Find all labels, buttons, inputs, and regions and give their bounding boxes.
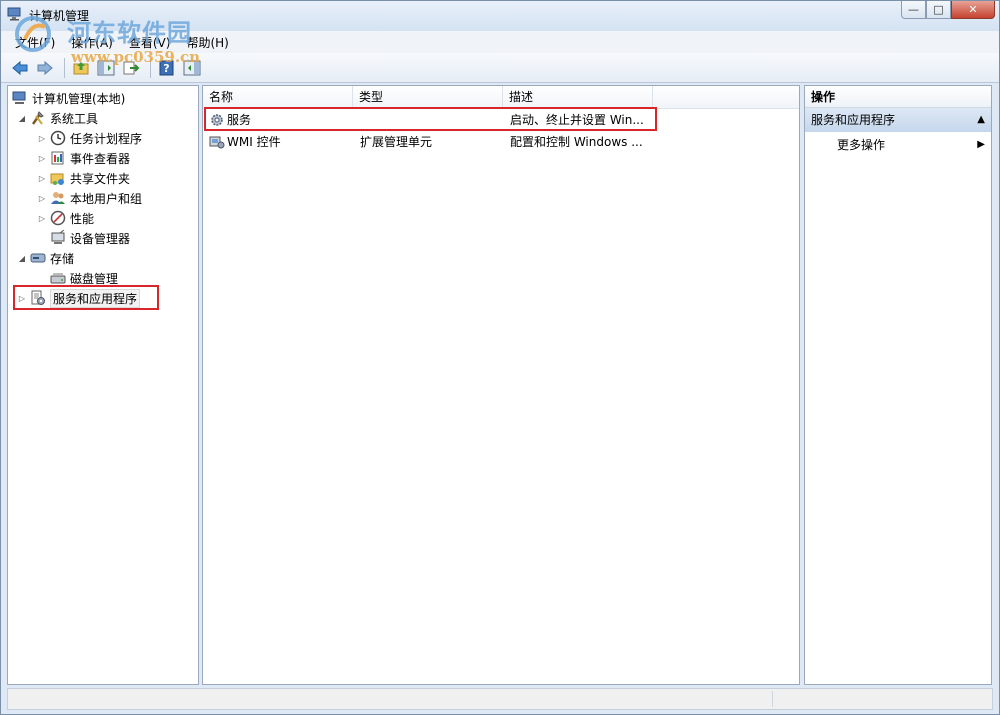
tree-root-label: 计算机管理(本地) (32, 91, 126, 106)
tree-item-performance[interactable]: ▷ 性能 (36, 208, 94, 228)
computer-management-window: 计算机管理 — □ ✕ 文件(F) 操作(A) 查看(V) 帮助(H) ? 河东… (0, 0, 1000, 715)
storage-icon (30, 250, 46, 266)
highlight-box-services-row (204, 107, 657, 131)
disk-icon (50, 270, 66, 286)
actions-header: 操作 (805, 86, 991, 108)
tree-item-label: 共享文件夹 (70, 171, 131, 186)
collapsed-arrow-icon[interactable]: ▷ (36, 154, 48, 163)
tree-item-shared-folders[interactable]: ▷ 共享文件夹 (36, 168, 130, 188)
tree-item-storage[interactable]: ◢ 存储 (16, 248, 74, 268)
back-button[interactable] (9, 57, 31, 79)
tree-item-label: 存储 (50, 251, 75, 266)
collapsed-arrow-icon[interactable]: ▷ (36, 134, 48, 143)
tree-item-task-scheduler[interactable]: ▷ 任务计划程序 (36, 128, 142, 148)
more-actions-label: 更多操作 (837, 138, 886, 152)
tree-item-system-tools[interactable]: ◢ 系统工具 (16, 108, 98, 128)
tree-item-label: 系统工具 (50, 111, 99, 126)
status-bar-divider (772, 691, 773, 707)
list-row-wmi-control[interactable]: WMI 控件 扩展管理单元 配置和控制 Windows ... (203, 131, 799, 153)
tree-item-device-manager[interactable]: 设备管理器 (48, 228, 130, 248)
maximize-icon: □ (933, 3, 944, 16)
tree-item-label: 设备管理器 (70, 231, 131, 246)
computer-icon (12, 90, 28, 106)
list-cell-name: WMI 控件 (227, 135, 281, 149)
list-cell-description: 配置和控制 Windows ... (510, 135, 643, 149)
window-controls: — □ ✕ (901, 1, 995, 21)
actions-section-label: 服务和应用程序 (811, 113, 896, 127)
tree-root[interactable]: 计算机管理(本地) (12, 88, 125, 108)
close-icon: ✕ (968, 3, 978, 16)
tree-item-label: 事件查看器 (70, 151, 131, 166)
wmi-icon (209, 131, 227, 153)
submenu-arrow-icon: ▶ (977, 139, 985, 150)
back-icon (12, 60, 28, 75)
toolbar-separator (64, 57, 65, 78)
forward-icon (37, 60, 53, 75)
tree-item-label: 性能 (70, 211, 95, 226)
device-manager-icon (50, 230, 66, 246)
watermark-logo (15, 16, 51, 52)
event-viewer-icon (50, 150, 66, 166)
column-header-name[interactable]: 名称 (203, 86, 353, 108)
list-cell-type: 扩展管理单元 (360, 135, 433, 149)
highlight-box-tree-services-applications (13, 285, 159, 310)
console-tree: 计算机管理(本地) ◢ 系统工具 ▷ 任务计划程序 ▷ 事件查看器 ▷ 共享文件… (7, 85, 199, 685)
users-icon (50, 190, 66, 206)
watermark-url: www.pc0359.cn (71, 48, 201, 66)
forward-button[interactable] (34, 57, 56, 79)
status-bar (7, 688, 993, 710)
collapsed-arrow-icon[interactable]: ▷ (36, 174, 48, 183)
more-actions-item[interactable]: 更多操作 ▶ (805, 134, 991, 156)
tree-item-local-users-groups[interactable]: ▷ 本地用户和组 (36, 188, 142, 208)
collapsed-arrow-icon[interactable]: ▷ (36, 194, 48, 203)
tree-item-label: 磁盘管理 (70, 271, 119, 286)
performance-icon (50, 210, 66, 226)
actions-section-services-applications[interactable]: 服务和应用程序 ▲ (805, 108, 991, 132)
collapsed-arrow-icon[interactable]: ▷ (36, 214, 48, 223)
collapse-up-icon[interactable]: ▲ (977, 108, 985, 132)
tree-item-label: 任务计划程序 (70, 131, 143, 146)
tools-icon (30, 110, 46, 126)
list-header: 名称 类型 描述 (203, 86, 799, 109)
tree-item-event-viewer[interactable]: ▷ 事件查看器 (36, 148, 130, 168)
expanded-arrow-icon[interactable]: ◢ (16, 254, 28, 263)
minimize-button[interactable]: — (901, 1, 926, 19)
maximize-button[interactable]: □ (926, 1, 951, 19)
tree-item-label: 本地用户和组 (70, 191, 143, 206)
expanded-arrow-icon[interactable]: ◢ (16, 114, 28, 123)
clock-icon (50, 130, 66, 146)
column-header-description[interactable]: 描述 (503, 86, 653, 108)
column-header-type[interactable]: 类型 (353, 86, 503, 108)
watermark-text: 河东软件园 (67, 18, 192, 47)
result-list-pane: 名称 类型 描述 服务 启动、终止并设置 Win... WMI 控件 扩展管理单… (202, 85, 800, 685)
minimize-icon: — (908, 3, 919, 16)
close-button[interactable]: ✕ (951, 1, 995, 19)
action-pane: 操作 服务和应用程序 ▲ 更多操作 ▶ (804, 85, 992, 685)
shared-folder-icon (50, 170, 66, 186)
